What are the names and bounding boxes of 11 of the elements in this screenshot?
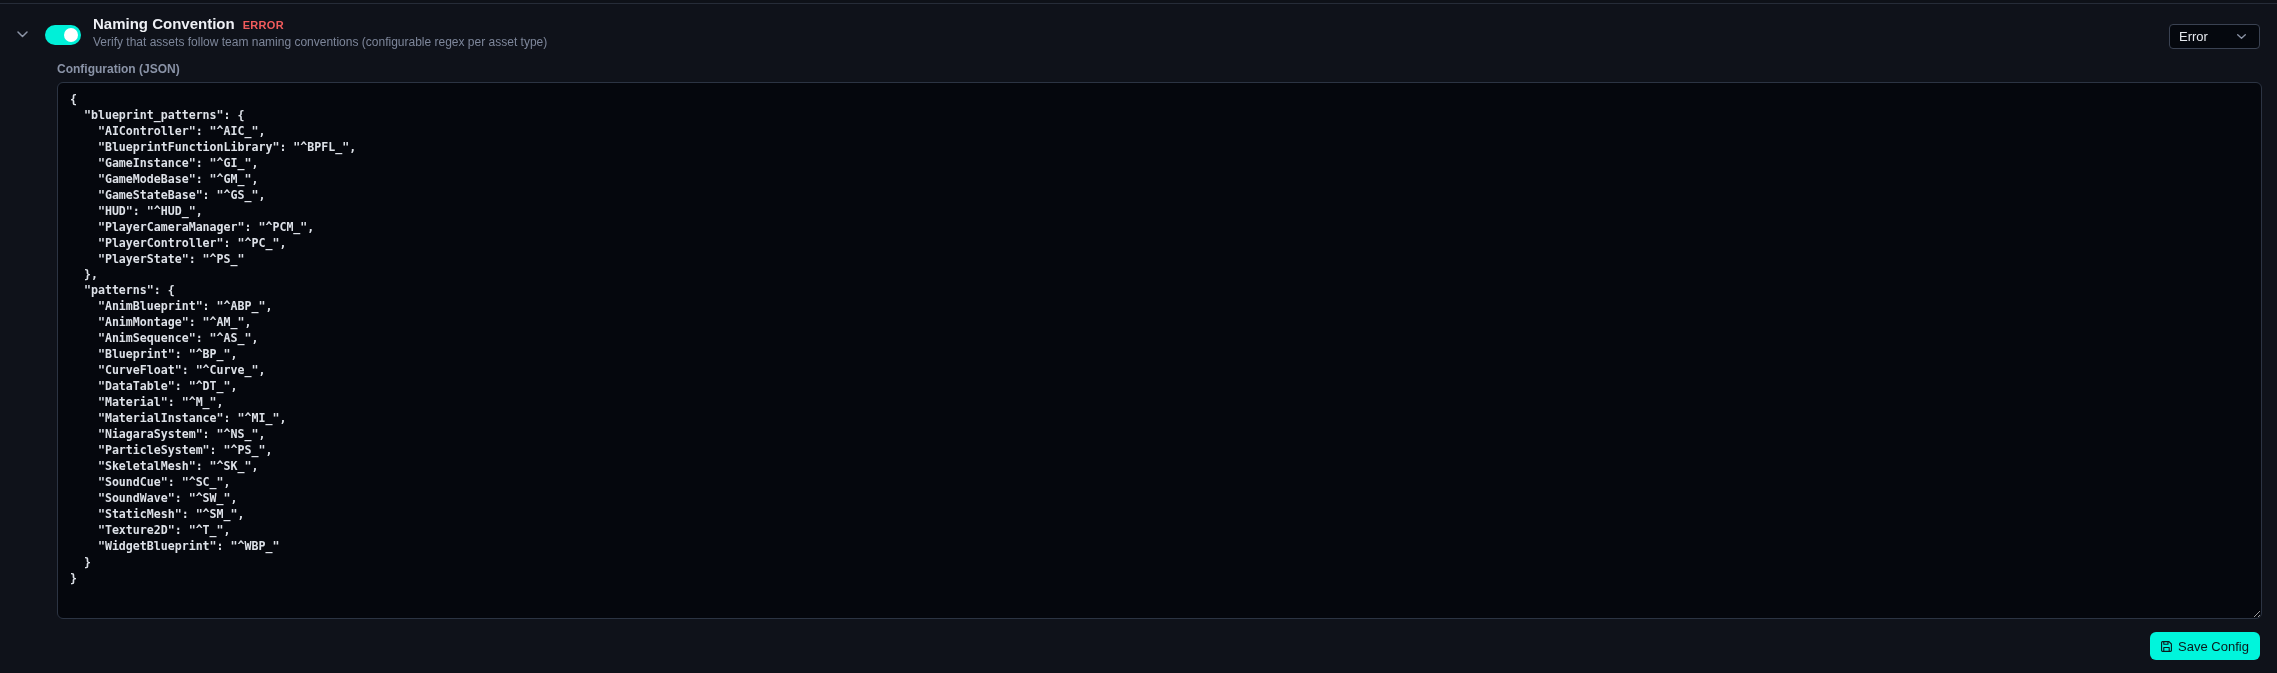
chevron-down-icon[interactable]: [17, 31, 28, 38]
rule-title: Naming Convention: [93, 15, 235, 33]
save-config-button[interactable]: Save Config: [2150, 632, 2260, 660]
config-label: Configuration (JSON): [57, 62, 180, 76]
toggle-switch[interactable]: [45, 25, 81, 45]
chevron-down-icon: [2237, 34, 2246, 39]
severity-dropdown[interactable]: Error: [2169, 24, 2260, 49]
rule-description: Verify that assets follow team naming conventions (configurable regex per asset type): [93, 35, 549, 49]
config-textarea[interactable]: { "blueprint_patterns": { "AIController": "^AIC_", "BlueprintFunctionLibrary": "^BPFL_", "GameInstance": "^GI_", "GameModeBase": "^GM_", "GameStateBase": "^GS_", "HUD": "^HUD_", "PlayerCameraManager": "^PCM_", "PlayerController": "^PC_", "PlayerState": "^PS_" }, "patterns": { "AnimBlueprint": "^ABP_", "AnimMontage": "^AM_", "AnimSequence": "^AS_", "Blueprint": "^BP_", "CurveFloat": "^Curve_", "DataTable": "^DT_", "Material": "^M_", "MaterialInstance": "^MI_", "NiagaraSystem": "^NS_", "ParticleSystem": "^PS_", "SkeletalMesh": "^SK_", "SoundCue": "^SC_", "SoundWave": "^SW_", "StaticMesh": "^SM_", "Texture2D": "^T_", "WidgetBlueprint": "^WBP_" } }: [57, 82, 2262, 619]
save-icon: [2161, 640, 2173, 652]
status-label: ERROR: [242, 19, 284, 31]
